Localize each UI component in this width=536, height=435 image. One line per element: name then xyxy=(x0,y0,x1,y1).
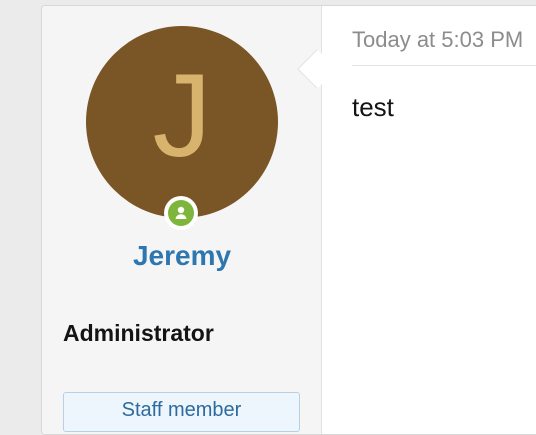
user-avatar[interactable]: J xyxy=(86,26,278,218)
avatar-letter: J xyxy=(152,50,212,182)
message-header-divider xyxy=(352,65,536,66)
message-post: J Jeremy Administrator Staff member Toda… xyxy=(41,5,536,435)
message-date[interactable]: Today at 5:03 PM xyxy=(352,27,523,53)
username-link[interactable]: Jeremy xyxy=(42,240,322,272)
message-body: test xyxy=(352,92,394,122)
online-status-indicator xyxy=(164,196,198,230)
message-user-panel: J Jeremy Administrator Staff member xyxy=(42,6,322,434)
staff-member-banner: Staff member xyxy=(63,392,300,432)
user-title: Administrator xyxy=(63,320,214,346)
message-content: Today at 5:03 PM test xyxy=(322,6,536,434)
user-online-icon xyxy=(168,200,194,226)
